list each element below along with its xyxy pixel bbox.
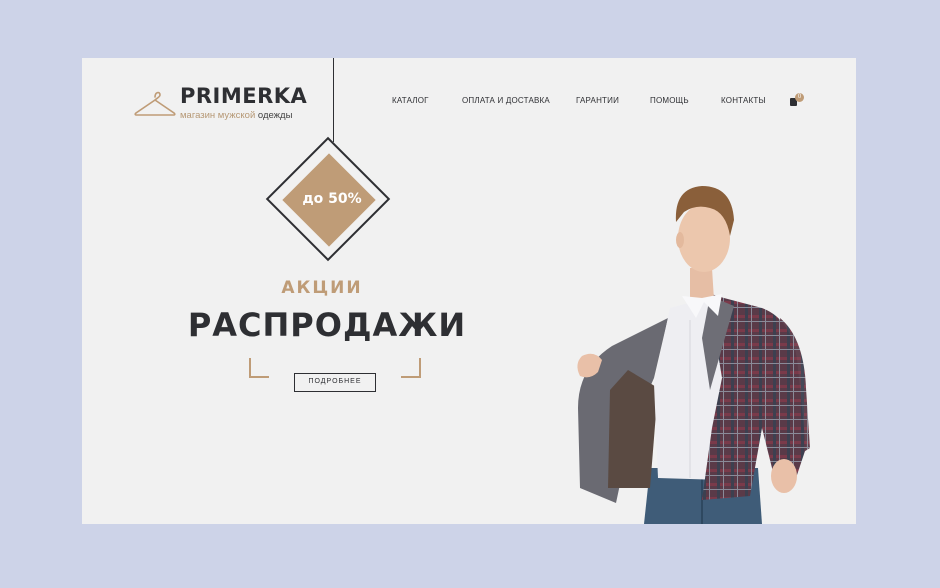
brand-tagline: магазин мужской одежды	[180, 110, 292, 121]
nav-item-contacts[interactable]: КОНТАКТЫ	[721, 96, 766, 105]
tagline-part2: одежды	[257, 110, 293, 121]
bracket-right	[401, 358, 421, 378]
nav-item-payment-delivery[interactable]: ОПЛАТА И ДОСТАВКА	[462, 96, 550, 105]
discount-badge: до 50%	[302, 191, 362, 207]
nav-item-catalog[interactable]: КАТАЛОГ	[392, 96, 429, 105]
cart-count-badge: 0	[795, 93, 804, 102]
hanger-icon	[134, 91, 176, 116]
brand-name: PRIMERKA	[180, 84, 308, 108]
more-button[interactable]: ПОДРОБНЕЕ	[294, 373, 376, 392]
bracket-left	[249, 358, 269, 378]
hero-title: РАСПРОДАЖИ	[187, 306, 467, 344]
nav-item-help[interactable]: ПОМОЩЬ	[650, 96, 689, 105]
hero-subtitle: АКЦИИ	[281, 278, 363, 298]
model-photo	[577, 186, 810, 524]
landing-page: PRIMERKA магазин мужской одежды до 50% К…	[82, 58, 856, 524]
tagline-part1: магазин мужской	[180, 110, 256, 121]
cart-button[interactable]: 0	[790, 93, 806, 109]
hanging-line	[333, 58, 334, 142]
nav-item-guarantees[interactable]: ГАРАНТИИ	[576, 96, 619, 105]
